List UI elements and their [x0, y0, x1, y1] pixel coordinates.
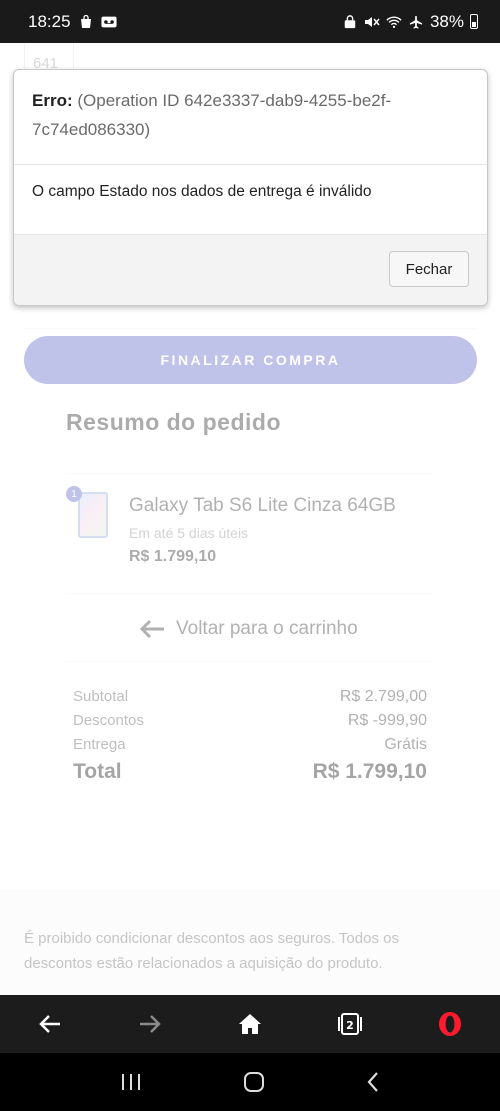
dialog-header: Erro: (Operation ID 642e3337-dab9-4255-b… — [14, 70, 487, 165]
forward-button[interactable] — [128, 1002, 172, 1046]
error-detail: (Operation ID 642e3337-dab9-4255-be2f-7c… — [32, 91, 392, 139]
partial-input-field[interactable]: 641 — [24, 43, 74, 72]
tabs-icon: 2 — [338, 1013, 362, 1035]
tabs-button[interactable]: 2 — [328, 1002, 372, 1046]
error-label: Erro: — [32, 91, 73, 110]
finalize-purchase-button[interactable]: FINALIZAR COMPRA — [24, 336, 477, 384]
opera-icon — [439, 1012, 461, 1036]
recent-apps-icon[interactable] — [120, 1073, 142, 1091]
shipping-estimate: Em até 5 dias úteis — [129, 525, 249, 541]
dialog-footer: Fechar — [14, 235, 487, 305]
delivery-row: Entrega Grátis — [73, 733, 427, 757]
error-dialog: Erro: (Operation ID 642e3337-dab9-4255-b… — [13, 69, 488, 306]
delivery-label: Entrega — [73, 736, 126, 753]
error-message: O campo Estado nos dados de entrega é in… — [32, 183, 372, 200]
mute-icon — [364, 16, 380, 27]
product-price: R$ 1.799,10 — [129, 548, 217, 565]
arrow-left-icon — [139, 619, 164, 639]
total-value: R$ 1.799,10 — [312, 760, 427, 783]
back-nav-icon[interactable] — [366, 1071, 380, 1093]
airplane-icon — [409, 15, 423, 29]
home-icon — [239, 1014, 261, 1034]
subtotal-label: Subtotal — [73, 688, 129, 705]
voicemail-icon — [100, 16, 117, 27]
battery-icon — [470, 14, 478, 29]
home-button[interactable] — [228, 1002, 272, 1046]
footer-disclaimer: É proibido condicionar descontos aos seg… — [24, 930, 399, 972]
tab-count: 2 — [346, 1019, 354, 1032]
back-arrow-icon — [39, 1015, 60, 1033]
browser-bottom-bar: 2 — [0, 995, 500, 1053]
order-totals: Subtotal R$ 2.799,00 Descontos R$ -999,9… — [73, 685, 427, 787]
android-nav-bar — [0, 1053, 500, 1111]
divider — [66, 593, 434, 594]
status-time: 18:25 — [28, 11, 71, 31]
divider — [24, 328, 476, 329]
battery-percentage: 38% — [429, 11, 464, 31]
divider — [14, 164, 487, 165]
wifi-icon — [386, 16, 402, 28]
divider — [66, 661, 434, 662]
lock-icon — [344, 14, 356, 28]
quantity-badge: 1 — [66, 486, 82, 502]
total-label: Total — [73, 760, 122, 783]
order-item: 1 Galaxy Tab S6 Lite Cinza 64GB Em até 5… — [66, 486, 434, 586]
close-button[interactable]: Fechar — [389, 251, 469, 287]
discount-row: Descontos R$ -999,90 — [73, 709, 427, 733]
delivery-value: Grátis — [384, 736, 427, 753]
subtotal-row: Subtotal R$ 2.799,00 — [73, 685, 427, 709]
order-summary-title: Resumo do pedido — [66, 409, 281, 435]
footer: É proibido condicionar descontos aos seg… — [0, 889, 500, 995]
discount-value: R$ -999,90 — [347, 712, 427, 729]
product-name: Galaxy Tab S6 Lite Cinza 64GB — [129, 495, 396, 516]
back-button[interactable] — [28, 1002, 72, 1046]
back-to-cart-link[interactable]: Voltar para o carrinho — [138, 618, 358, 640]
forward-arrow-icon — [140, 1015, 161, 1033]
home-nav-icon[interactable] — [243, 1071, 265, 1093]
divider — [66, 473, 434, 474]
total-row: Total R$ 1.799,10 — [73, 757, 427, 787]
subtotal-value: R$ 2.799,00 — [339, 688, 427, 705]
discount-label: Descontos — [73, 712, 144, 729]
product-thumbnail — [78, 492, 108, 538]
back-to-cart-label: Voltar para o carrinho — [176, 618, 358, 639]
shopping-bag-icon — [80, 14, 91, 28]
opera-menu-button[interactable] — [428, 1002, 472, 1046]
status-bar: 18:25 38% — [0, 0, 500, 43]
